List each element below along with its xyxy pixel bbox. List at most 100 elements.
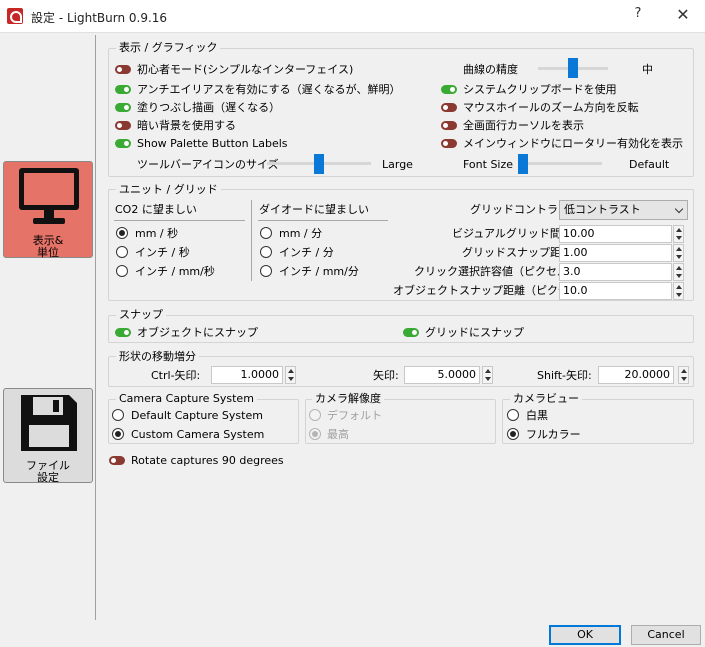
click-tolerance-spinner[interactable]	[673, 263, 684, 281]
ok-button[interactable]: OK	[549, 625, 621, 645]
camera-resolution-title: カメラ解像度	[312, 392, 384, 405]
object-snap-label: オブジェクトにスナップ	[137, 326, 258, 339]
rotate-captures-label: Rotate captures 90 degrees	[131, 454, 284, 467]
diode-inch-min-radio[interactable]	[260, 246, 272, 258]
units-column-divider	[251, 200, 252, 281]
shift-arrow-input[interactable]: 20.0000	[598, 366, 674, 384]
font-size-track	[518, 162, 602, 165]
font-size-label: Font Size	[463, 158, 514, 171]
font-size-value: Default	[629, 158, 670, 171]
reverse-wheel-toggle[interactable]	[441, 103, 457, 112]
co2-inch-sec-radio[interactable]	[116, 246, 128, 258]
diode-inch-mm-min-radio[interactable]	[260, 265, 272, 277]
visual-grid-label: ビジュアルグリッド間隔	[452, 227, 572, 240]
units-group-title: ユニット / グリッド	[116, 183, 221, 196]
sidebar-item-file-settings[interactable]: ファイル 設定	[3, 388, 93, 483]
arrow-label: 矢印:	[373, 369, 399, 382]
view-option-label: 白黒	[526, 409, 548, 422]
sidebar-item-display-units[interactable]: 表示& 単位	[3, 161, 93, 258]
display-group-title: 表示 / グラフィック	[116, 41, 221, 54]
title-bar: 設定 - LightBurn 0.9.16 ? ✕	[0, 0, 705, 33]
grid-snap-distance-spinner[interactable]	[673, 244, 684, 262]
sidebar-item-label: 表示&	[32, 234, 64, 247]
view-color-radio[interactable]	[507, 428, 519, 440]
visual-grid-input[interactable]: 10.00	[559, 225, 672, 243]
grid-contrast-select[interactable]: 低コントラスト	[559, 200, 688, 220]
view-option-label: フルカラー	[526, 428, 581, 441]
diode-option-label: mm / 分	[279, 227, 323, 240]
diode-header: ダイオードに望ましい	[259, 203, 369, 216]
view-bw-radio[interactable]	[507, 409, 519, 421]
default-capture-radio[interactable]	[112, 409, 124, 421]
visual-grid-spinner[interactable]	[673, 225, 684, 243]
toolbar-icon-size-slider[interactable]	[314, 154, 324, 174]
resolution-default-radio[interactable]	[309, 409, 321, 421]
antialias-toggle[interactable]	[115, 85, 131, 94]
help-button[interactable]: ?	[628, 6, 648, 26]
reverse-wheel-label: マウスホイールのズーム方向を反転	[463, 101, 639, 114]
co2-mm-sec-radio[interactable]	[116, 227, 128, 239]
sidebar-divider	[95, 35, 96, 620]
grid-snap-distance-label: グリッドスナップ距離	[462, 246, 572, 259]
sidebar-item-label-2: 設定	[37, 471, 59, 484]
beginner-mode-toggle[interactable]	[115, 65, 131, 74]
camera-capture-title: Camera Capture System	[116, 392, 257, 405]
system-clipboard-toggle[interactable]	[441, 85, 457, 94]
click-tolerance-input[interactable]: 3.0	[559, 263, 672, 281]
arrow-input[interactable]: 5.0000	[404, 366, 480, 384]
font-size-slider[interactable]	[518, 154, 528, 174]
ctrl-arrow-label: Ctrl-矢印:	[151, 369, 201, 382]
fullscreen-cursor-label: 全画面行カーソルを表示	[463, 119, 584, 132]
snap-group-title: スナップ	[116, 308, 166, 321]
capture-option-label: Default Capture System	[131, 409, 263, 422]
grid-snap-distance-input[interactable]: 1.00	[559, 244, 672, 262]
sidebar: 表示& 単位 ファイル 設定	[0, 34, 96, 614]
palette-labels-toggle[interactable]	[115, 139, 131, 148]
object-snap-toggle[interactable]	[115, 328, 131, 337]
co2-option-label: mm / 秒	[135, 227, 179, 240]
co2-option-label: インチ / mm/秒	[135, 265, 215, 278]
arrow-spinner[interactable]	[482, 366, 493, 384]
co2-header-underline	[114, 220, 245, 221]
close-button[interactable]: ✕	[672, 5, 694, 27]
sidebar-item-label-2: 単位	[37, 246, 59, 259]
rotary-main-toggle[interactable]	[441, 139, 457, 148]
diode-option-label: インチ / mm/分	[279, 265, 359, 278]
co2-inch-mm-sec-radio[interactable]	[116, 265, 128, 277]
curve-precision-slider[interactable]	[568, 58, 578, 78]
object-snap-distance-input[interactable]: 10.0	[559, 282, 672, 300]
shift-arrow-label: Shift-矢印:	[537, 369, 592, 382]
ctrl-arrow-spinner[interactable]	[285, 366, 296, 384]
toolbar-icon-size-value: Large	[382, 158, 413, 171]
rotate-captures-toggle[interactable]	[109, 456, 125, 465]
capture-option-label: Custom Camera System	[131, 428, 265, 441]
custom-camera-radio[interactable]	[112, 428, 124, 440]
resolution-option-label: デフォルト	[327, 409, 382, 422]
shift-arrow-spinner[interactable]	[678, 366, 689, 384]
dark-background-toggle[interactable]	[115, 121, 131, 130]
curve-precision-label: 曲線の精度	[463, 63, 518, 76]
fill-draw-toggle[interactable]	[115, 103, 131, 112]
resolution-max-radio[interactable]	[309, 428, 321, 440]
resolution-option-label: 最高	[327, 428, 349, 441]
grid-snap-toggle[interactable]	[403, 328, 419, 337]
chevron-down-icon	[674, 204, 684, 214]
window-title: 設定 - LightBurn 0.9.16	[31, 11, 168, 25]
curve-precision-value: 中	[642, 63, 653, 76]
ctrl-arrow-input[interactable]: 1.0000	[211, 366, 283, 384]
beginner-mode-label: 初心者モード(シンプルなインターフェイス)	[137, 63, 354, 76]
grid-contrast-value: 低コントラスト	[564, 203, 641, 216]
click-tolerance-label: クリック選択許容値（ピクセル）	[414, 265, 579, 278]
cancel-button[interactable]: Cancel	[631, 625, 701, 645]
object-snap-distance-spinner[interactable]	[673, 282, 684, 300]
rotary-main-label: メインウィンドウにロータリー有効化を表示	[463, 137, 683, 150]
dark-background-label: 暗い背景を使用する	[137, 119, 236, 132]
grid-snap-label: グリッドにスナップ	[425, 326, 524, 339]
palette-labels-label: Show Palette Button Labels	[137, 137, 288, 150]
co2-option-label: インチ / 秒	[135, 246, 190, 259]
fullscreen-cursor-toggle[interactable]	[441, 121, 457, 130]
sidebar-item-label: ファイル	[26, 459, 70, 472]
camera-view-title: カメラビュー	[510, 392, 582, 405]
diode-option-label: インチ / 分	[279, 246, 334, 259]
diode-mm-min-radio[interactable]	[260, 227, 272, 239]
